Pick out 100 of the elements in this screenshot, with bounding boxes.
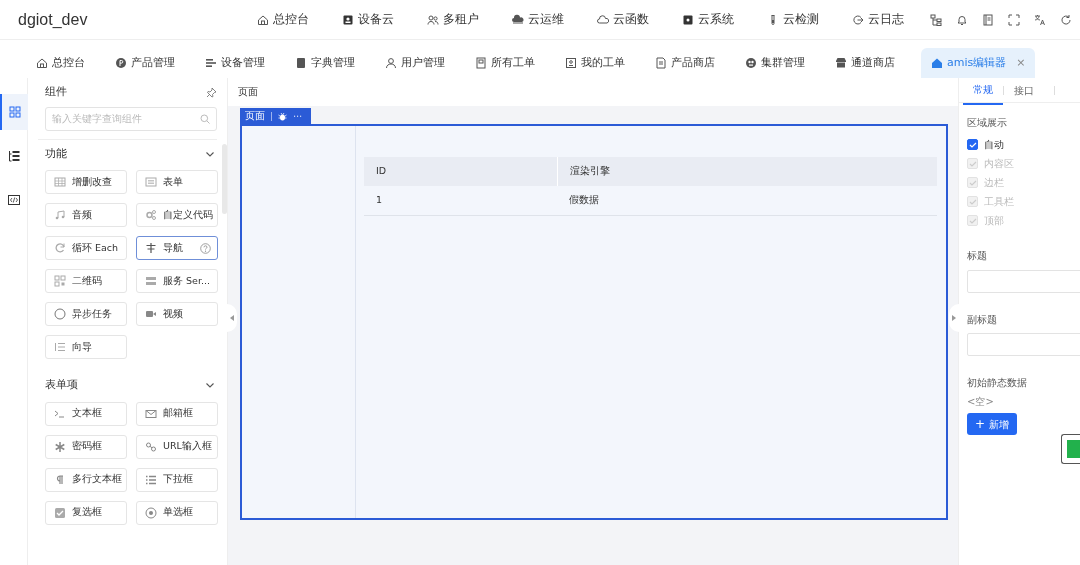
translate-icon[interactable] bbox=[1034, 13, 1046, 26]
text-field[interactable] bbox=[967, 332, 1080, 356]
refresh-icon[interactable] bbox=[1060, 13, 1072, 26]
caret-right-icon bbox=[951, 315, 957, 321]
sitemap-icon[interactable] bbox=[930, 13, 942, 26]
envelope-icon bbox=[145, 407, 157, 420]
field-label: 区域展示 bbox=[967, 116, 1008, 130]
signpost-icon bbox=[145, 242, 157, 254]
tab[interactable]: 所有工单 bbox=[471, 48, 539, 78]
video-camera-icon bbox=[145, 308, 157, 320]
panel-title: 组件 bbox=[45, 84, 67, 100]
nav-item[interactable]: 云日志 bbox=[852, 10, 904, 29]
tab[interactable]: 通道商店 bbox=[831, 48, 899, 78]
fullscreen-icon[interactable] bbox=[1008, 13, 1020, 26]
component-item[interactable]: 音频 bbox=[45, 203, 127, 227]
edge-button[interactable] bbox=[1061, 434, 1080, 464]
pin-icon[interactable] bbox=[206, 86, 217, 98]
circle-icon bbox=[54, 308, 66, 320]
tab[interactable]: 常规 bbox=[963, 75, 1003, 105]
component-item[interactable]: 下拉框 bbox=[136, 467, 218, 492]
component-item[interactable]: 文本框 bbox=[45, 401, 127, 426]
field-label: 初始静态数据 bbox=[967, 375, 1028, 390]
tab[interactable]: 集群管理 bbox=[741, 48, 809, 78]
breadcrumb: 页面 bbox=[228, 78, 958, 106]
tab[interactable]: 总控台 bbox=[32, 48, 89, 78]
house-icon bbox=[931, 57, 943, 69]
refresh-icon bbox=[54, 242, 66, 254]
bug-icon[interactable] bbox=[278, 112, 287, 121]
component-item[interactable]: 邮箱框 bbox=[136, 401, 218, 426]
component-item[interactable]: 单选框 bbox=[136, 500, 218, 525]
id-card-icon bbox=[565, 57, 577, 69]
house-icon bbox=[36, 57, 48, 69]
radio-icon bbox=[145, 506, 157, 519]
app-title: dgiot_dev bbox=[18, 9, 88, 30]
tab[interactable]: 用户管理 bbox=[381, 48, 449, 78]
checkbox-box[interactable] bbox=[967, 139, 978, 151]
tab[interactable]: 设备管理 bbox=[201, 48, 269, 78]
form-icon bbox=[145, 176, 157, 188]
music-note-icon bbox=[54, 209, 66, 221]
component-item[interactable]: 异步任务 bbox=[45, 302, 127, 326]
checkbox: 边栏 bbox=[967, 173, 1080, 193]
users-icon bbox=[427, 13, 439, 26]
section-title: 表单项 bbox=[45, 377, 78, 393]
gears-icon bbox=[145, 209, 157, 221]
checkbox[interactable]: 自动 bbox=[967, 135, 1080, 155]
asterisk-icon bbox=[54, 440, 66, 453]
table-icon bbox=[54, 176, 66, 188]
search-icon bbox=[200, 113, 210, 124]
table-cell: 1 bbox=[364, 186, 557, 215]
code-icon bbox=[8, 194, 20, 206]
component-item[interactable]: 表单 bbox=[136, 170, 218, 194]
component-item[interactable]: 多行文本框 bbox=[45, 467, 127, 492]
component-item[interactable]: 导航 bbox=[136, 236, 218, 260]
tab[interactable]: amis编辑器 × bbox=[921, 48, 1036, 78]
nav-item[interactable]: 云检测 bbox=[767, 10, 819, 29]
component-item[interactable]: 复选框 bbox=[45, 500, 127, 525]
nav-item[interactable]: 云系统 bbox=[682, 10, 734, 29]
nav-item[interactable]: 云函数 bbox=[597, 10, 649, 29]
house-icon bbox=[257, 13, 269, 26]
nav-item[interactable]: 云运维 bbox=[512, 10, 564, 29]
collapse-handle[interactable] bbox=[949, 304, 959, 332]
pilcrow-icon bbox=[54, 473, 66, 486]
component-item[interactable]: URL输入框 bbox=[136, 434, 218, 459]
tab[interactable]: 产品商店 bbox=[651, 48, 719, 78]
document-icon bbox=[475, 57, 487, 69]
component-item[interactable]: 循环 Each bbox=[45, 236, 127, 260]
nav-item[interactable]: 设备云 bbox=[342, 10, 394, 29]
field-label: 副标题 bbox=[967, 312, 998, 327]
cloud-icon bbox=[597, 13, 609, 26]
bars-icon bbox=[205, 57, 217, 69]
empty-text: <空> bbox=[967, 395, 995, 409]
field-label: 标题 bbox=[967, 249, 988, 264]
component-item[interactable]: 视频 bbox=[136, 302, 218, 326]
nav-item[interactable]: 多租户 bbox=[427, 10, 479, 29]
section-title: 功能 bbox=[45, 145, 67, 162]
search-field[interactable]: 输入关键字查询组件 bbox=[45, 106, 217, 131]
tab[interactable]: 产品管理 bbox=[111, 48, 179, 78]
qr-code-icon bbox=[54, 275, 66, 287]
parking-icon bbox=[115, 57, 127, 69]
tab[interactable]: 字典管理 bbox=[291, 48, 359, 78]
logout-icon bbox=[852, 13, 864, 26]
shop-icon bbox=[835, 57, 847, 69]
more-button[interactable]: ⋯ bbox=[293, 109, 303, 124]
toolbar-label: 页面 bbox=[245, 109, 265, 124]
bell-icon[interactable] bbox=[956, 13, 968, 26]
checkbox: 内容区 bbox=[967, 154, 1080, 174]
component-item[interactable]: 自定义代码 bbox=[136, 203, 218, 227]
nav-item[interactable]: 总控台 bbox=[257, 10, 309, 29]
checkbox: 顶部 bbox=[967, 211, 1080, 231]
component-item[interactable]: 增删改查 bbox=[45, 170, 127, 194]
text-field[interactable] bbox=[967, 269, 1080, 293]
tab[interactable]: 我的工单 bbox=[561, 48, 629, 78]
column-header: ID bbox=[364, 157, 557, 186]
document-icon[interactable] bbox=[982, 13, 994, 26]
component-item[interactable]: 密码框 bbox=[45, 434, 127, 459]
component-item[interactable]: 二维码 bbox=[45, 269, 127, 293]
component-item[interactable]: 向导 bbox=[45, 335, 127, 359]
add-button[interactable]: + 新增 bbox=[967, 413, 1018, 435]
tab[interactable]: 接口 bbox=[1004, 76, 1044, 104]
component-item[interactable]: 服务 Ser... bbox=[136, 269, 218, 293]
